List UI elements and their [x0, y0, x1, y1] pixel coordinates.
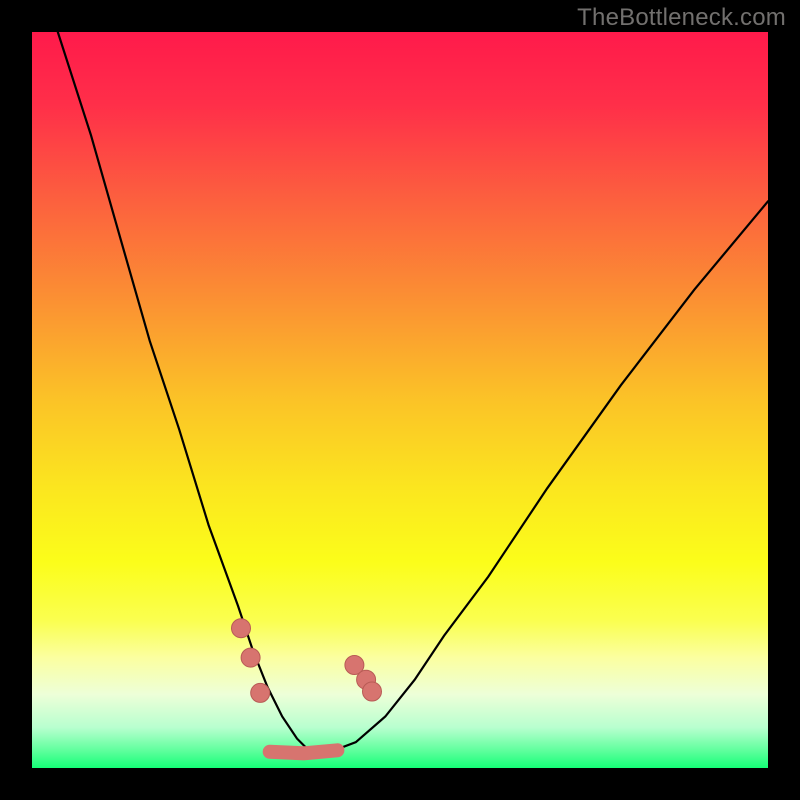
chart-container: TheBottleneck.com [0, 0, 800, 800]
curve-marker [251, 683, 270, 702]
curve-marker [241, 648, 260, 667]
curve-marker [363, 682, 382, 701]
bottleneck-plot [0, 0, 800, 800]
plot-background [32, 32, 768, 768]
optimal-flat-segment [270, 750, 338, 753]
watermark-text: TheBottleneck.com [577, 4, 786, 32]
curve-marker [232, 619, 251, 638]
